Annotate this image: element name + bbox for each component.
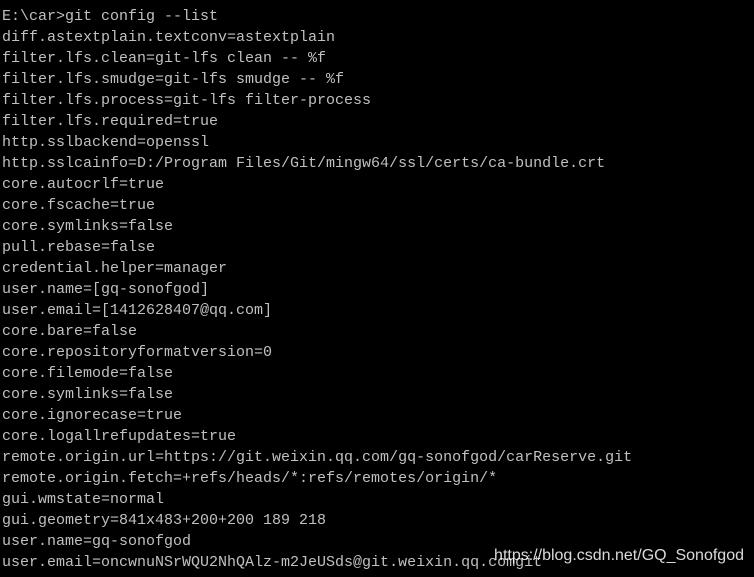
config-line: pull.rebase=false	[2, 239, 156, 256]
config-line: filter.lfs.clean=git-lfs clean -- %f	[2, 50, 327, 67]
config-line: remote.origin.fetch=+refs/heads/*:refs/r…	[2, 470, 498, 487]
config-line: core.autocrlf=true	[2, 176, 165, 193]
config-line: core.repositoryformatversion=0	[2, 344, 273, 361]
config-line: core.symlinks=false	[2, 218, 174, 235]
config-line: filter.lfs.required=true	[2, 113, 219, 130]
config-line: diff.astextplain.textconv=astextplain	[2, 29, 336, 46]
config-line: user.email=[1412628407@qq.com]	[2, 302, 273, 319]
config-line: core.symlinks=false	[2, 386, 174, 403]
config-line: user.name=[gq-sonofgod]	[2, 281, 210, 298]
config-line: core.filemode=false	[2, 365, 174, 382]
config-line: gui.geometry=841x483+200+200 189 218	[2, 512, 327, 529]
config-line: filter.lfs.smudge=git-lfs smudge -- %f	[2, 71, 345, 88]
config-line: filter.lfs.process=git-lfs filter-proces…	[2, 92, 372, 109]
watermark: https://blog.csdn.net/GQ_Sonofgod	[494, 547, 744, 564]
command-line: E:\car>git config --list	[2, 8, 219, 25]
config-line: core.ignorecase=true	[2, 407, 183, 424]
config-line: remote.origin.url=https://git.weixin.qq.…	[2, 449, 633, 466]
config-line: core.fscache=true	[2, 197, 156, 214]
config-line: core.logallrefupdates=true	[2, 428, 237, 445]
config-line: core.bare=false	[2, 323, 138, 340]
config-line: http.sslbackend=openssl	[2, 134, 210, 151]
config-line: credential.helper=manager	[2, 260, 228, 277]
config-line: gui.wmstate=normal	[2, 491, 165, 508]
config-line: http.sslcainfo=D:/Program Files/Git/ming…	[2, 155, 606, 172]
terminal-output[interactable]: E:\car>git config --list diff.astextplain…	[2, 6, 632, 573]
